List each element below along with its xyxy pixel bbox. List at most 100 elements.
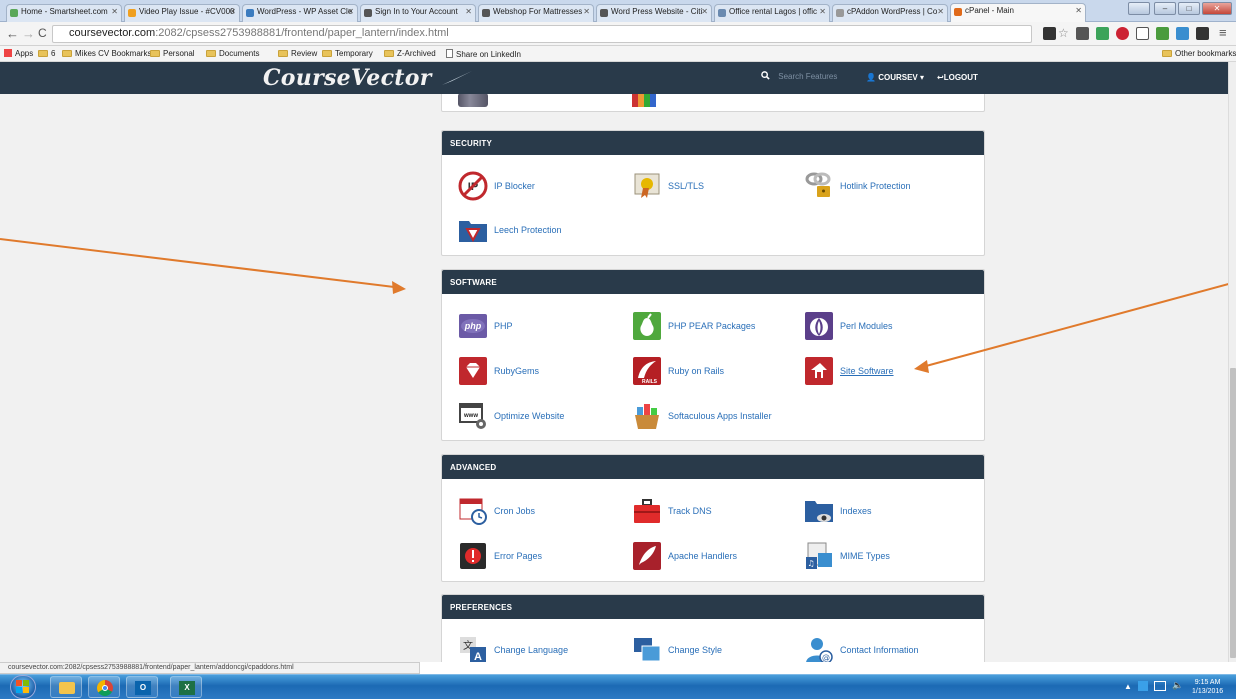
close-tab-icon[interactable]: ✕	[111, 7, 118, 16]
maximize-icon[interactable]: □	[1178, 2, 1200, 15]
bookmark-folder[interactable]: Mikes CV Bookmarks	[62, 49, 151, 58]
tray-arrow-icon[interactable]: ▲	[1124, 682, 1132, 691]
advanced-indexes[interactable]: Indexes	[804, 496, 872, 526]
browser-tab[interactable]: Video Play Issue - #CV000 ✕	[124, 4, 240, 22]
browser-tab[interactable]: WordPress - WP Asset Cle ✕	[242, 4, 358, 22]
close-tab-icon[interactable]: ✕	[1075, 6, 1082, 15]
software-php[interactable]: php PHP	[458, 311, 513, 341]
preferences-change-language[interactable]: 文A Change Language	[458, 635, 568, 662]
profile-button[interactable]	[1128, 2, 1150, 15]
chrome-taskbar-button[interactable]	[88, 676, 120, 698]
extension-icon[interactable]	[1116, 27, 1129, 40]
advanced-mime-types[interactable]: ♫ MIME Types	[804, 541, 890, 571]
explorer-taskbar-button[interactable]	[50, 676, 82, 698]
extension-icon[interactable]	[1096, 27, 1109, 40]
back-icon[interactable]: ←	[6, 26, 19, 41]
mime-types-icon: ♫	[804, 541, 834, 571]
extension-icon[interactable]	[1076, 27, 1089, 40]
tray-flag-icon[interactable]	[1138, 681, 1148, 691]
security-leech-protection[interactable]: Leech Protection	[458, 215, 562, 245]
ssl-certificate-icon	[632, 171, 662, 201]
advanced-apache-handlers[interactable]: Apache Handlers	[632, 541, 737, 571]
apps-grid-icon	[4, 49, 12, 57]
scrollbar-thumb[interactable]	[1230, 368, 1236, 658]
browser-tab[interactable]: Word Press Website - Citi ✕	[596, 4, 712, 22]
tab-favicon-icon	[954, 8, 962, 16]
user-menu[interactable]: 👤 COURSEV ▾	[866, 73, 924, 82]
other-bookmarks[interactable]: Other bookmarks	[1162, 49, 1236, 58]
php-icon: php	[458, 311, 488, 341]
network-icon[interactable]	[1154, 681, 1166, 691]
bookmark-apps[interactable]: Apps	[4, 49, 33, 58]
bandwidth-icon	[632, 94, 656, 107]
logo[interactable]: CourseVector	[263, 65, 474, 91]
advanced-cron-jobs[interactable]: Cron Jobs	[458, 496, 535, 526]
browser-tab[interactable]: cPAddon WordPress | Co ✕	[832, 4, 948, 22]
bookmark-folder[interactable]: Temporary	[322, 49, 373, 58]
bookmark-folder[interactable]: Personal	[150, 49, 195, 58]
browser-tab[interactable]: Sign In to Your Account ✕	[360, 4, 476, 22]
software-php-pear[interactable]: PHP PEAR Packages	[632, 311, 755, 341]
outlook-taskbar-button[interactable]: O	[126, 676, 158, 698]
bookmark-folder[interactable]: 6	[38, 49, 55, 58]
preferences-change-style[interactable]: Change Style	[632, 635, 722, 662]
cast-icon[interactable]	[1136, 27, 1149, 40]
url-bar[interactable]: coursevector.com:2082/cpsess2753988881/f…	[52, 25, 1032, 43]
advanced-error-pages[interactable]: Error Pages	[458, 541, 542, 571]
system-clock[interactable]: 9:15 AM 1/13/2016	[1192, 678, 1223, 696]
software-optimize-website[interactable]: www Optimize Website	[458, 401, 564, 431]
bookmark-folder[interactable]: Documents	[206, 49, 259, 58]
reload-icon[interactable]: C	[38, 26, 47, 40]
close-tab-icon[interactable]: ✕	[229, 7, 236, 16]
security-hotlink-protection[interactable]: Hotlink Protection	[804, 171, 911, 201]
browser-tab[interactable]: Office rental Lagos | offic ✕	[714, 4, 830, 22]
software-rubygems[interactable]: RubyGems	[458, 356, 539, 386]
window-close-icon[interactable]: ✕	[1202, 2, 1232, 15]
section-title: SOFTWARE	[442, 270, 984, 294]
page-scrollbar[interactable]	[1228, 62, 1236, 662]
svg-text:RAILS: RAILS	[642, 379, 658, 385]
tab-favicon-icon	[600, 9, 608, 17]
forward-icon[interactable]: →	[22, 26, 35, 41]
software-softaculous[interactable]: Softaculous Apps Installer	[632, 401, 772, 431]
excel-taskbar-button[interactable]: X	[170, 676, 202, 698]
close-tab-icon[interactable]: ✕	[465, 7, 472, 16]
security-ip-blocker[interactable]: IP IP Blocker	[458, 171, 535, 201]
minimize-icon[interactable]: –	[1154, 2, 1176, 15]
browser-tab[interactable]: Webshop For Mattresses ✕	[478, 4, 594, 22]
error-pages-icon	[458, 541, 488, 571]
ruby-gem-icon	[458, 356, 488, 386]
logout-link[interactable]: ↩LOGOUT	[937, 73, 978, 82]
menu-icon[interactable]: ≡	[1219, 25, 1227, 40]
extension-icon[interactable]	[1156, 27, 1169, 40]
start-button[interactable]	[10, 675, 36, 699]
svg-text:A: A	[474, 651, 482, 662]
extension-icon[interactable]	[1176, 27, 1189, 40]
close-tab-icon[interactable]: ✕	[819, 7, 826, 16]
bookmark-star-icon[interactable]: ☆	[1058, 26, 1069, 40]
browser-tab[interactable]: Home - Smartsheet.com ✕	[6, 4, 122, 22]
software-site-software[interactable]: Site Software	[804, 356, 894, 386]
advanced-track-dns[interactable]: Track DNS	[632, 496, 712, 526]
change-language-icon: 文A	[458, 635, 488, 662]
close-tab-icon[interactable]: ✕	[583, 7, 590, 16]
site-software-icon	[804, 356, 834, 386]
software-perl-modules[interactable]: Perl Modules	[804, 311, 893, 341]
status-bar-url: coursevector.com:2082/cpsess2753988881/f…	[0, 662, 420, 674]
folder-icon	[384, 50, 394, 57]
close-tab-icon[interactable]: ✕	[347, 7, 354, 16]
close-tab-icon[interactable]: ✕	[701, 7, 708, 16]
bookmark-folder[interactable]: Z-Archived	[384, 49, 436, 58]
close-tab-icon[interactable]: ✕	[937, 7, 944, 16]
bookmark-link[interactable]: Share on LinkedIn	[446, 49, 521, 59]
browser-tab-active[interactable]: cPanel - Main ✕	[950, 3, 1086, 22]
volume-icon[interactable]: 🔈	[1172, 680, 1183, 691]
security-ssl-tls[interactable]: SSL/TLS	[632, 171, 704, 201]
extension-icon[interactable]	[1043, 27, 1056, 40]
search-input[interactable]	[778, 72, 859, 81]
bookmark-folder[interactable]: Review	[278, 49, 317, 58]
search-features[interactable]	[761, 71, 859, 87]
preferences-contact-information[interactable]: @ Contact Information	[804, 635, 919, 662]
software-ruby-on-rails[interactable]: RAILS Ruby on Rails	[632, 356, 724, 386]
extension-icon[interactable]	[1196, 27, 1209, 40]
